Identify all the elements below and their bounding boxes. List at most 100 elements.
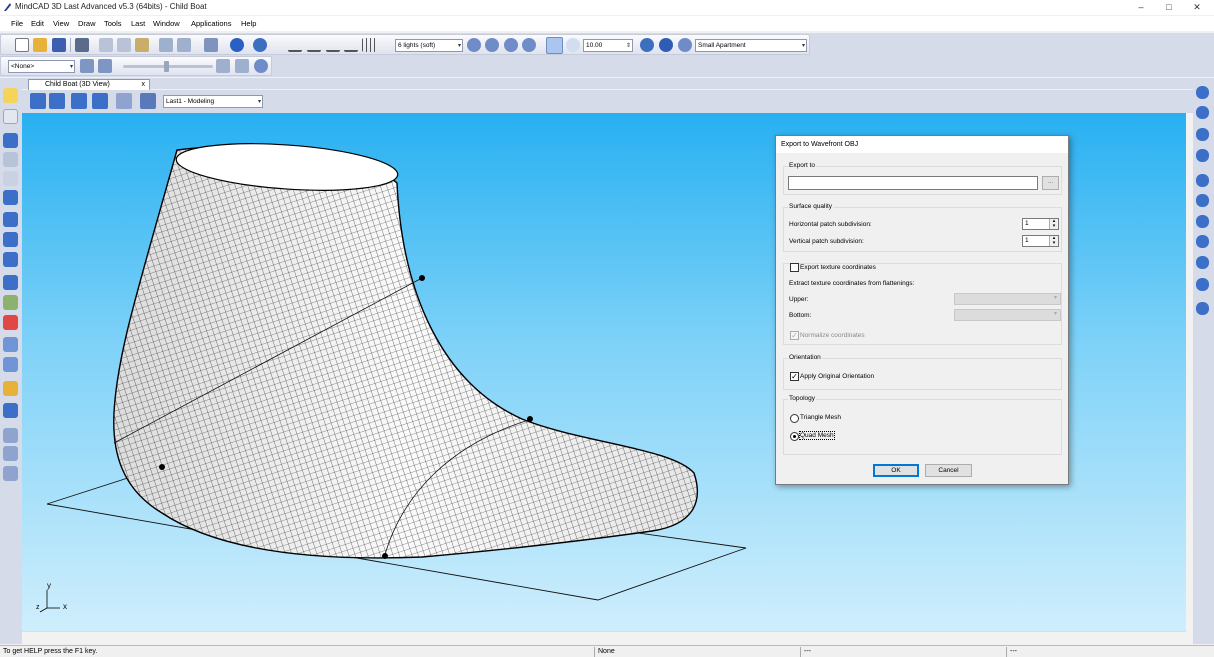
vertical-subdivision-spinner[interactable]: 1 ▴ ▾ [1022,235,1059,247]
apply-orientation-checkbox[interactable]: ✓ [790,372,799,381]
pencil-tool-icon[interactable] [3,171,18,186]
light-add-icon[interactable] [485,38,499,52]
menu-applications[interactable]: Applications [191,19,231,28]
browse-button[interactable]: ... [1042,176,1059,190]
tab-child-boat-3d-view[interactable]: Child Boat (3D View) x [28,79,150,90]
copy-icon[interactable] [117,38,131,52]
menu-window[interactable]: Window [153,19,180,28]
knife-tool-icon[interactable] [3,152,18,167]
environment-icon[interactable] [640,38,654,52]
layer-select[interactable]: <None> ▾ [8,60,75,73]
toe-tool-icon[interactable] [3,232,18,247]
paste-icon[interactable] [135,38,149,52]
export-texture-checkbox[interactable] [790,263,799,272]
heel-tool-icon[interactable] [3,212,18,227]
vertical-scrollbar[interactable] [1186,113,1193,644]
lasso-tool-icon[interactable] [3,109,18,124]
grid-icon[interactable] [362,38,376,52]
view-iso-icon[interactable] [1196,215,1209,228]
insole-tool-icon[interactable] [3,337,18,352]
layer-tool-icon[interactable] [80,59,94,73]
reflection-icon[interactable] [659,38,673,52]
cut-icon[interactable] [99,38,113,52]
control-point[interactable] [159,464,165,470]
ok-button[interactable]: OK [873,464,919,477]
light-rotate-icon[interactable] [522,38,536,52]
export-path-input[interactable] [788,176,1038,190]
sole-tool-icon[interactable] [3,428,18,443]
girth-tool-icon[interactable] [3,252,18,267]
rotate-last-icon[interactable] [49,93,65,109]
mode-select[interactable]: Last1 - Modeling ▾ [163,95,263,108]
select-last-icon[interactable] [30,93,46,109]
mesh-view-icon[interactable] [116,93,132,109]
horizontal-scrollbar[interactable] [22,631,1186,644]
horizontal-subdivision-spinner[interactable]: 1 ▴ ▾ [1022,218,1059,230]
arc-tool-icon[interactable] [326,38,340,52]
transform-icon[interactable] [235,59,249,73]
translate-last-icon[interactable] [71,93,87,109]
render-mode-icon[interactable] [546,37,563,54]
lighting-select[interactable]: 6 lights (soft) ▾ [395,39,463,52]
redo-icon[interactable] [177,38,191,52]
rotate-view-icon[interactable] [1196,256,1209,269]
measure-tool-icon[interactable] [3,315,18,330]
control-point[interactable] [382,553,388,559]
triangle-mesh-radio[interactable] [790,414,799,423]
last-edit-icon[interactable] [3,190,18,205]
background-icon[interactable] [678,38,692,52]
bottom-tool-icon[interactable] [3,357,18,372]
export-tool-icon[interactable] [3,466,18,481]
view-front-icon[interactable] [1196,86,1209,99]
wedge-tool-icon[interactable] [3,446,18,461]
cancel-button[interactable]: Cancel [925,464,972,477]
zoom-icon[interactable] [204,38,218,52]
mirror-icon[interactable] [216,59,230,73]
menu-last[interactable]: Last [131,19,145,28]
menu-help[interactable]: Help [241,19,256,28]
environment-select[interactable]: Small Apartment ▾ [695,39,807,52]
pan-view-icon[interactable] [1196,278,1209,291]
pen-tool-icon[interactable] [3,133,18,148]
grading-tool-icon[interactable] [3,403,18,418]
menu-file[interactable]: File [11,19,23,28]
new-file-icon[interactable] [15,38,29,52]
bottom-select[interactable]: ▾ [954,309,1061,321]
light-remove-icon[interactable] [504,38,518,52]
transparency-icon[interactable] [566,38,580,52]
flatten-tool-icon[interactable] [3,295,18,310]
view-bottom-icon[interactable] [1196,194,1209,207]
upper-select[interactable]: ▾ [954,293,1061,305]
spin-arrows-icon[interactable]: ▴ ▾ [1049,236,1058,246]
globe-icon[interactable] [253,38,267,52]
menu-tools[interactable]: Tools [104,19,122,28]
slider-thumb[interactable] [164,61,169,72]
view-top-icon[interactable] [1196,174,1209,187]
sphere-view-icon[interactable] [467,38,481,52]
view-perspective-icon[interactable] [1196,235,1209,248]
quad-mesh-radio[interactable] [790,432,799,441]
maximize-button[interactable]: □ [1162,1,1176,13]
control-point[interactable] [527,416,533,422]
upper-tool-icon[interactable] [3,381,18,396]
normalize-coordinates-checkbox[interactable]: ✓ [790,331,799,340]
undo-icon[interactable] [159,38,173,52]
menu-edit[interactable]: Edit [31,19,44,28]
save-icon[interactable] [52,38,66,52]
control-point[interactable] [419,275,425,281]
section-tool-icon[interactable] [3,275,18,290]
curve-tool-icon[interactable] [288,38,302,52]
bezier-tool-icon[interactable] [344,38,358,52]
fit-view-icon[interactable] [140,93,156,109]
view-back-icon[interactable] [1196,106,1209,119]
measure-icon[interactable] [254,59,268,73]
close-window-button[interactable]: ✕ [1190,1,1204,13]
scale-last-icon[interactable] [92,93,108,109]
view-left-icon[interactable] [1196,128,1209,141]
spin-arrows-icon[interactable]: ▴ ▾ [1049,219,1058,229]
menu-draw[interactable]: Draw [78,19,96,28]
help-icon[interactable] [230,38,244,52]
print-icon[interactable] [75,38,89,52]
open-folder-icon[interactable] [33,38,47,52]
menu-view[interactable]: View [53,19,69,28]
